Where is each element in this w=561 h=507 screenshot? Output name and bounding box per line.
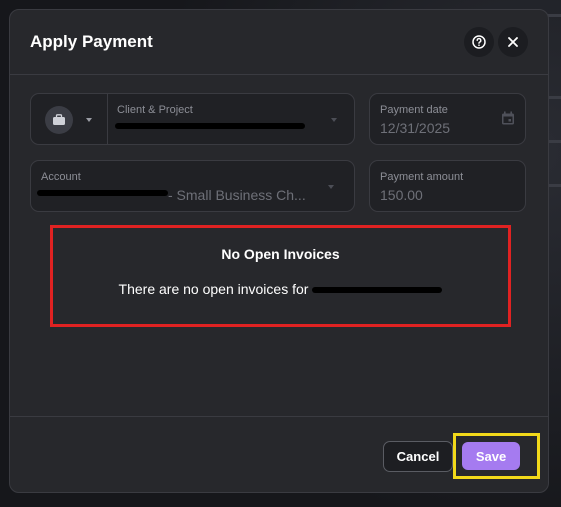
cancel-button[interactable]: Cancel xyxy=(383,441,453,472)
dialog-header: Apply Payment xyxy=(10,10,548,75)
redaction-mark xyxy=(312,287,443,294)
payment-amount-field[interactable]: Payment amount 150.00 xyxy=(369,160,526,212)
no-open-invoices-notice: No Open Invoices There are no open invoi… xyxy=(50,225,511,327)
dialog-title: Apply Payment xyxy=(30,32,153,51)
briefcase-icon xyxy=(45,106,73,134)
payment-amount-label: Payment amount xyxy=(380,171,464,183)
redaction-mark xyxy=(115,123,305,129)
chevron-down-icon xyxy=(331,118,337,122)
client-project-label: Client & Project xyxy=(117,104,193,116)
notice-message: There are no open invoices for xyxy=(118,281,309,297)
chevron-down-icon xyxy=(86,118,92,122)
dialog-footer: Cancel Save xyxy=(10,416,548,492)
save-button[interactable]: Save xyxy=(462,442,520,470)
account-select[interactable]: Account - Small Business Ch... xyxy=(30,160,355,212)
calendar-icon[interactable] xyxy=(501,111,515,126)
notice-title: No Open Invoices xyxy=(221,246,340,262)
payment-date-field[interactable]: Payment date 12/31/2025 xyxy=(369,93,526,145)
payment-date-value: 12/31/2025 xyxy=(380,120,451,136)
notice-message-row: There are no open invoices for xyxy=(53,281,508,297)
client-project-select[interactable]: Client & Project xyxy=(30,93,355,145)
payment-date-label: Payment date xyxy=(380,104,448,116)
save-highlight: Save xyxy=(453,433,540,479)
background-stripe xyxy=(547,184,561,187)
client-project-input[interactable]: Client & Project xyxy=(107,94,354,144)
account-label: Account xyxy=(41,171,81,183)
background-stripe xyxy=(547,14,561,17)
close-button[interactable] xyxy=(498,27,528,57)
redaction-mark xyxy=(37,190,168,196)
background-stripe xyxy=(547,140,561,143)
client-type-selector[interactable] xyxy=(31,94,108,144)
apply-payment-dialog: Apply Payment Client & Project Payment d… xyxy=(9,9,549,493)
close-icon xyxy=(508,37,518,47)
question-circle-icon xyxy=(472,35,486,49)
chevron-down-icon xyxy=(328,185,334,189)
help-button[interactable] xyxy=(464,27,494,57)
account-value: - Small Business Ch... xyxy=(168,187,306,203)
payment-amount-value: 150.00 xyxy=(380,187,423,203)
background-stripe xyxy=(547,96,561,99)
